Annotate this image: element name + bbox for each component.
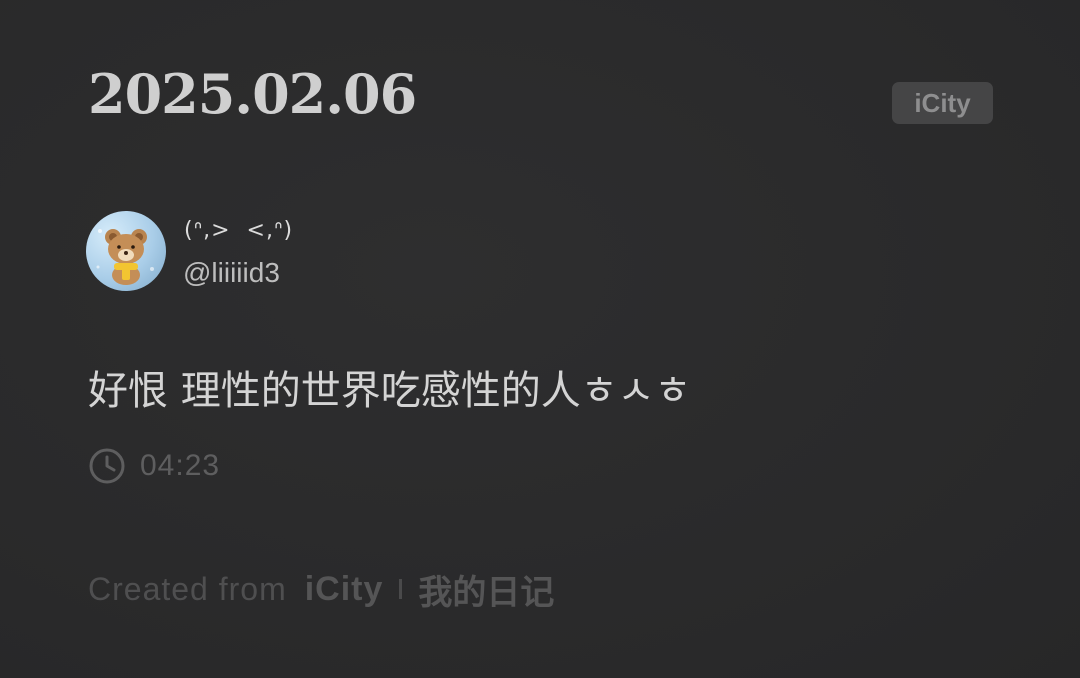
footer: Created from iCity 我的日记	[88, 565, 554, 614]
clock-icon	[89, 448, 125, 484]
author-handle[interactable]: @liiiiid3	[183, 257, 280, 289]
bear-avatar-icon	[96, 229, 154, 285]
footer-prefix: Created from	[88, 570, 287, 607]
author-nickname: (ᐢ,> <,ᐢ)	[184, 218, 294, 243]
icity-badge[interactable]: iCity	[892, 82, 993, 124]
post-date: 2025.02.06	[88, 62, 417, 126]
footer-diary-name[interactable]: 我的日记	[418, 565, 554, 614]
post-time-row: 04:23	[88, 446, 220, 486]
diary-card: 2025.02.06 iCity (ᐢ,> <,ᐢ) @liiiiid3 好恨 …	[0, 0, 1080, 678]
post-content: 好恨 理性的世界吃感性的人ㅎㅅㅎ	[88, 368, 692, 414]
footer-app-name[interactable]: iCity	[305, 570, 384, 609]
avatar[interactable]	[86, 211, 166, 291]
footer-divider	[399, 579, 403, 599]
post-time: 04:23	[140, 449, 221, 482]
